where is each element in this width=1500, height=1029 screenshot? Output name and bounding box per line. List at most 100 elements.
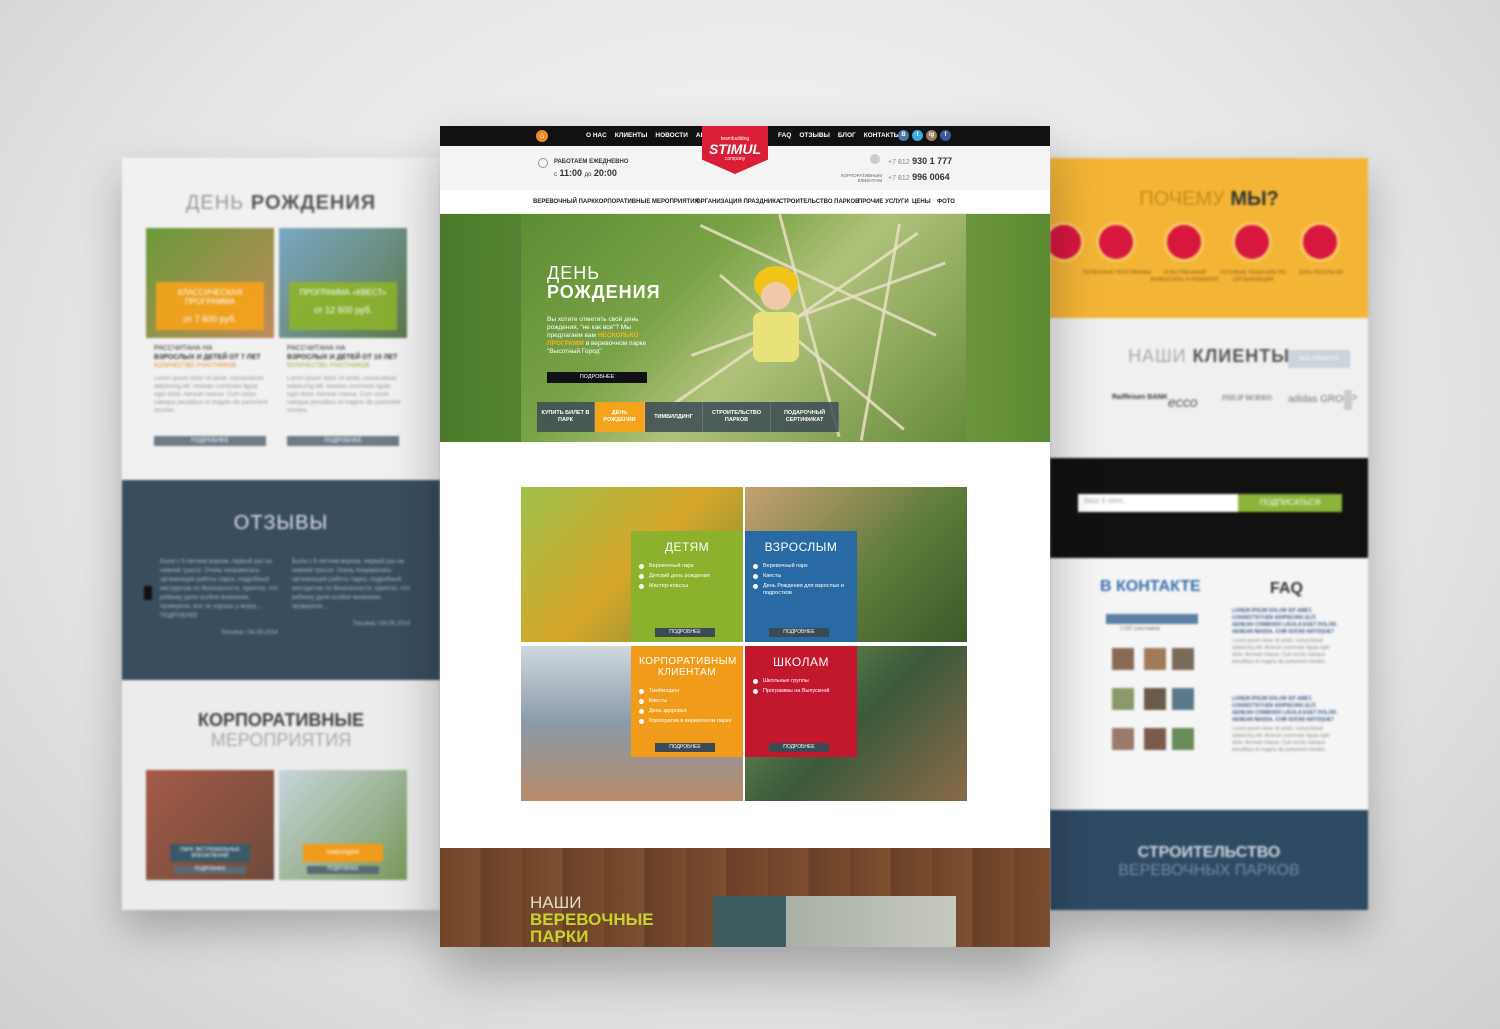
hero-tabs: КУПИТЬ БИЛЕТ В ПАРК ДЕНЬ РОЖДЕНИЯ ТИМБИЛ… [537,402,839,432]
phone-corporate[interactable]: +7 812 996 0064 [888,172,950,182]
avatar[interactable] [1172,728,1194,750]
why-us-title: ПОЧЕМУ МЫ? [1139,188,1279,210]
left-page-mockup: ДЕНЬ РОЖДЕНИЯ КЛАССИЧЕСКАЯ ПРОГРАММА от … [122,158,440,910]
avatar[interactable] [1112,648,1134,670]
phone-main[interactable]: +7 812 930 1 777 [888,156,952,166]
right-page-mockup: ПОЧЕМУ МЫ? ПОЛЕЗНЫЕ ПРОГРАММЫ СОБСТВЕННЫ… [1050,158,1368,910]
feature-icon [1050,222,1084,262]
schedule-label: РАБОТАЕМ ЕЖЕДНЕВНО [554,159,629,165]
tab-park-construction[interactable]: СТРОИТЕЛЬСТВО ПАРКОВ [703,402,771,432]
menu-corporate[interactable]: КОРПОРАТИВНЫЕ МЕРОПРИЯТИЯ [595,199,699,205]
home-icon[interactable]: ⌂ [536,130,548,142]
next-arrow-icon[interactable] [1344,390,1352,410]
parks-title: НАШИ ВЕРЕВОЧНЫЕ ПАРКИ [530,893,654,946]
top-nav-right: FAQ ОТЗЫВЫ БЛОГ КОНТАКТЫ [778,132,908,139]
hero-slide: ДЕНЬ РОЖДЕНИЯ Вы хотите отметить свой ден… [521,214,966,442]
program-card-classic[interactable]: КЛАССИЧЕСКАЯ ПРОГРАММА от 7 600 руб. [146,228,274,338]
hero-more-button[interactable]: ПОДРОБНЕЕ [547,372,647,383]
avatar[interactable] [1144,648,1166,670]
corp-photo: ТИМБИЛДИНГ ПОДРОБНЕЕ [279,770,407,880]
parks-section: НАШИ ВЕРЕВОЧНЫЕ ПАРКИ [440,848,1050,947]
vk-widget-header[interactable] [1106,614,1198,624]
avatar[interactable] [1112,688,1134,710]
kids-panel: ДЕТЯМ Веревочный парк Детский день рожде… [631,531,743,642]
corporate-phone-label: КОРПОРАТИВНЫМ КЛИЕНТАМ [840,173,882,183]
corporate-section: КОРПОРАТИВНЫЕ МЕРОПРИЯТИЯ ПАРК ЭКСТРЕМАЛ… [122,680,440,910]
more-button[interactable]: ПОДРОБНЕЕ [655,628,715,637]
tab-teambuilding[interactable]: ТИМБИЛДИНГ [645,402,703,432]
menu-photo[interactable]: ФОТО [937,199,955,205]
prev-arrow-icon[interactable] [144,586,152,600]
all-clients-button[interactable]: ВСЕ КЛИЕНТЫ [1288,350,1350,368]
nav-clients[interactable]: КЛИЕНТЫ [615,132,648,139]
vk-icon[interactable]: В [898,130,909,141]
avatar[interactable] [1144,728,1166,750]
nav-faq[interactable]: FAQ [778,132,791,139]
tab-buy-ticket[interactable]: КУПИТЬ БИЛЕТ В ПАРК [537,402,595,432]
tile-kids[interactable]: ДЕТЯМ Веревочный парк Детский день рожде… [521,487,743,642]
more-button[interactable]: ПОДРОБНЕЕ [154,436,266,446]
more-button[interactable]: ПОДРОБНЕЕ [769,628,829,637]
tab-gift-certificate[interactable]: ПОДАРОЧНЫЙ СЕРТИФИКАТ [771,402,839,432]
nav-about[interactable]: О НАС [586,132,607,139]
menu-construction[interactable]: СТРОИТЕЛЬСТВО ПАРКОВ [779,199,859,205]
vk-faq-section: В КОНТАКТЕ 1 037 участников FAQ LOREM IP… [1050,558,1368,808]
adults-panel: ВЗРОСЛЫМ Веревочный парк Квесты День Рож… [745,531,857,642]
phone-icon [870,154,880,164]
avatar[interactable] [1172,688,1194,710]
client-logo: PHILIP MORRIS [1222,394,1273,402]
tile-adults[interactable]: ВЗРОСЛЫМ Веревочный парк Квесты День Рож… [745,487,967,642]
menu-services[interactable]: ПРОЧИЕ УСЛУГИ [858,199,909,205]
faq-title: FAQ [1270,580,1303,597]
corporate-panel: КОРПОРАТИВНЫМ КЛИЕНТАМ Тимбилдинг Квесты… [631,646,743,757]
subscribe-section: ВАШ E-MAIL ПОДПИСАТЬСЯ [1050,458,1368,558]
chart-icon [1096,222,1136,262]
twitter-icon[interactable]: t [912,130,923,141]
nav-blog[interactable]: БЛОГ [838,132,856,139]
avatar[interactable] [1144,688,1166,710]
schedule-hours: с 11:00 до 20:00 [554,168,617,178]
corporate-title: КОРПОРАТИВНЫЕ МЕРОПРИЯТИЯ [197,710,365,750]
menu-prices[interactable]: ЦЕНЫ [912,199,931,205]
clients-section: НАШИ КЛИЕНТЫ ВСЕ КЛИЕНТЫ Raiffeisen BANK… [1050,318,1368,458]
tab-birthday[interactable]: ДЕНЬ РОЖДЕНИЯ [595,402,645,432]
menu-holidays[interactable]: ОРГАНИЗАЦИЯ ПРАЗДНИКА [696,199,780,205]
nav-reviews[interactable]: ОТЗЫВЫ [799,132,830,139]
program-desc: РАССЧИТАНА НА ВЗРОСЛЫХ И ДЕТЕЙ ОТ 7 ЛЕТ … [154,345,268,414]
email-input[interactable]: ВАШ E-MAIL [1078,494,1238,512]
program-card-quest[interactable]: ПРОГРАММА «КВЕСТ» от 12 600 руб. [279,228,407,338]
program-badge: ПРОГРАММА «КВЕСТ» от 12 600 руб. [289,282,397,330]
park-image [713,896,956,947]
nav-news[interactable]: НОВОСТИ [655,132,688,139]
instagram-icon[interactable]: ig [926,130,937,141]
birthday-section-title: ДЕНЬ РОЖДЕНИЯ [185,192,377,214]
schools-panel: ШКОЛАМ Школьные группы Программы на Выпу… [745,646,857,757]
more-button[interactable]: ПОДРОБНЕЕ [655,743,715,752]
hero-title: ДЕНЬ РОЖДЕНИЯ [547,263,661,302]
program-badge: КЛАССИЧЕСКАЯ ПРОГРАММА от 7 600 руб. [156,282,264,330]
nav-contacts[interactable]: КОНТАКТЫ [864,132,900,139]
thumbs-up-icon [1300,222,1340,262]
reviews-section: ОТЗЫВЫ Были с 5-летним внуком, первый ра… [122,480,440,680]
girl-photo [753,266,799,362]
subscribe-button[interactable]: ПОДПИСАТЬСЯ [1238,494,1342,512]
avatar[interactable] [1112,728,1134,750]
construction-section: СТРОИТЕЛЬСТВО ВЕРЕВОЧНЫХ ПАРКОВ [1050,810,1368,910]
avatar[interactable] [1172,648,1194,670]
review-item: Были с 5-летним внуком, первый раз на ни… [292,559,410,627]
faq-item[interactable]: LOREM IPSUM DOLOR SIT AMET, CONSECTETUER… [1232,608,1338,666]
more-button[interactable]: ПОДРОБНЕЕ [287,436,399,446]
target-icon [1164,222,1204,262]
more-button[interactable]: ПОДРОБНЕЕ [769,743,829,752]
tile-corporate[interactable]: КОРПОРАТИВНЫМ КЛИЕНТАМ Тимбилдинг Квесты… [521,646,743,801]
client-logo: Raiffeisen BANK [1112,394,1168,401]
facebook-icon[interactable]: f [940,130,951,141]
main-page-mockup: ⌂ О НАСКЛИЕНТЫНОВОСТИАКЦИИ FAQОТЗЫВЫБЛОГ… [440,126,1050,947]
menu-rope-park[interactable]: ВЕРЕВОЧНЫЙ ПАРК [533,199,595,205]
reviews-title: ОТЗЫВЫ [233,512,329,534]
corp-photo: ПАРК ЭКСТРЕМАЛЬНЫХ ВПЕЧАТЛЕНИЙ ПОДРОБНЕЕ [146,770,274,880]
tile-schools[interactable]: ШКОЛАМ Школьные группы Программы на Выпу… [745,646,967,801]
faq-item[interactable]: LOREM IPSUM DOLOR SIT AMET, CONSECTETUER… [1232,696,1338,754]
hero-banner: ДЕНЬ РОЖДЕНИЯ Вы хотите отметить свой ден… [440,214,1050,442]
program-desc: РАССЧИТАНА НА ВЗРОСЛЫХ И ДЕТЕЙ ОТ 10 ЛЕТ… [287,345,401,414]
